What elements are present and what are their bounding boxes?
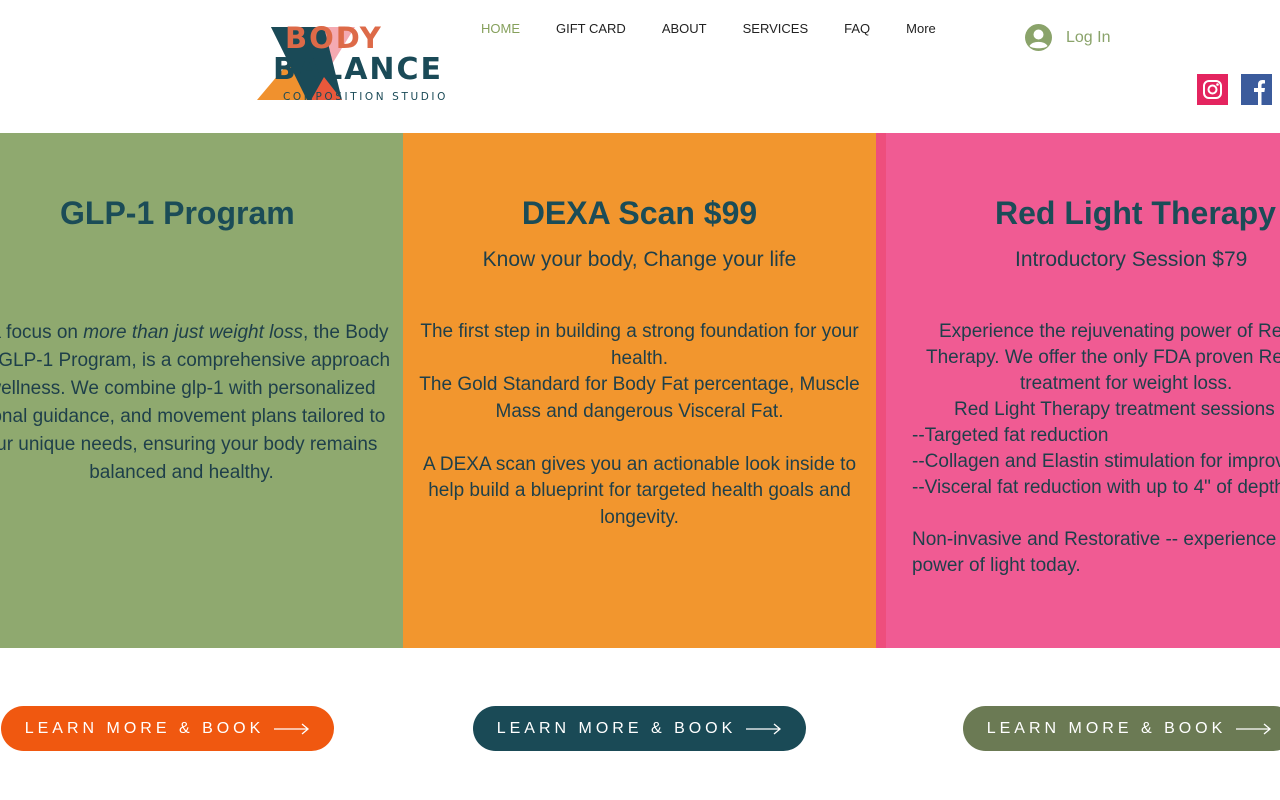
body-line: ce GLP-1 Program, is a comprehensive app… <box>0 350 391 371</box>
login-button[interactable]: Log In <box>1025 24 1110 51</box>
body-line: treatment for weight loss. <box>1020 373 1233 394</box>
nav-about[interactable]: ABOUT <box>644 18 725 40</box>
panel-glp1: GLP-1 Program h a focus on more than jus… <box>0 133 403 648</box>
body-line: help build a blueprint for targeted heal… <box>428 480 851 501</box>
panel-body: Experience the rejuvenating power of Red… <box>912 319 1280 579</box>
body-line: health. <box>610 347 669 369</box>
learn-more-book-button-dexa[interactable]: LEARN MORE & BOOK <box>473 706 806 751</box>
body-line: our unique needs, ensuring your body rem… <box>0 434 378 455</box>
panel-dexa: DEXA Scan $99 Know your body, Change you… <box>403 133 876 648</box>
body-line: itional guidance, and movement plans tai… <box>0 406 386 427</box>
panel-title: Red Light Therapy <box>995 195 1276 231</box>
learn-more-book-button-red-light[interactable]: LEARN MORE & BOOK <box>963 706 1280 751</box>
learn-more-book-button-glp1[interactable]: LEARN MORE & BOOK <box>1 706 334 751</box>
arrow-right-icon <box>274 723 310 734</box>
nav-services[interactable]: SERVICES <box>725 18 827 40</box>
logo-text-tagline: COMPOSITION STUDIO <box>283 91 448 103</box>
body-line: --Visceral fat reduction with up to 4" o… <box>912 477 1280 498</box>
body-line: h a focus on more than just weight loss,… <box>0 322 389 343</box>
body-line: --Collagen and Elastin stimulation for i… <box>912 451 1280 472</box>
nav-more[interactable]: More <box>888 18 954 40</box>
body-line <box>912 501 1280 527</box>
body-line: Red Light Therapy treatment sessions off… <box>954 399 1280 420</box>
nav-faq[interactable]: FAQ <box>826 18 888 40</box>
body-line: longevity. <box>600 506 679 528</box>
body-line: A DEXA scan gives you an actionable look… <box>422 453 857 475</box>
nav-home[interactable]: HOME <box>463 18 538 40</box>
facebook-icon[interactable] <box>1241 74 1272 105</box>
body-line <box>403 425 876 452</box>
user-avatar-icon <box>1025 24 1052 51</box>
body-line: The first step in building a strong foun… <box>420 321 859 342</box>
panel-red-light: Red Light Therapy Introductory Session $… <box>876 133 1280 648</box>
body-line: Non-invasive and Restorative -- experien… <box>912 529 1280 550</box>
body-line: Experience the rejuvenating power of Red… <box>939 321 1280 342</box>
login-label: Log In <box>1066 28 1111 46</box>
panel-body: h a focus on more than just weight loss,… <box>0 319 403 487</box>
panel-title: DEXA Scan $99 <box>521 195 758 231</box>
body-line: --Targeted fat reduction <box>912 425 1109 446</box>
body-line: balanced and healthy. <box>89 462 274 483</box>
nav-gift-card[interactable]: GIFT CARD <box>538 18 644 40</box>
site-header: BODY BALANCE COMPOSITION STUDIO HOME GIF… <box>0 0 1280 133</box>
panel-body: The first step in building a strong foun… <box>403 319 876 531</box>
arrow-right-icon <box>746 723 782 734</box>
main-nav: HOME GIFT CARD ABOUT SERVICES FAQ More <box>463 18 954 40</box>
button-label: LEARN MORE & BOOK <box>496 719 737 737</box>
body-line: power of light today. <box>912 555 1081 576</box>
panel-title: GLP-1 Program <box>60 195 295 231</box>
instagram-icon[interactable] <box>1197 74 1228 105</box>
body-line: Mass and dangerous Visceral Fat. <box>495 400 784 422</box>
body-line: The Gold Standard for Body Fat percentag… <box>419 374 860 395</box>
panel-subtitle: Introductory Session $79 <box>1015 248 1248 271</box>
button-label: LEARN MORE & BOOK <box>986 719 1227 737</box>
body-line: Therapy. We offer the only FDA proven Re… <box>926 347 1280 368</box>
logo-text-body[interactable]: BODY <box>285 20 383 56</box>
logo-text-balance[interactable]: BALANCE <box>273 52 443 88</box>
body-line: wellness. We combine glp-1 with personal… <box>0 378 376 399</box>
button-label: LEARN MORE & BOOK <box>24 719 265 737</box>
panel-subtitle: Know your body, Change your life <box>482 248 797 271</box>
arrow-right-icon <box>1236 723 1272 734</box>
